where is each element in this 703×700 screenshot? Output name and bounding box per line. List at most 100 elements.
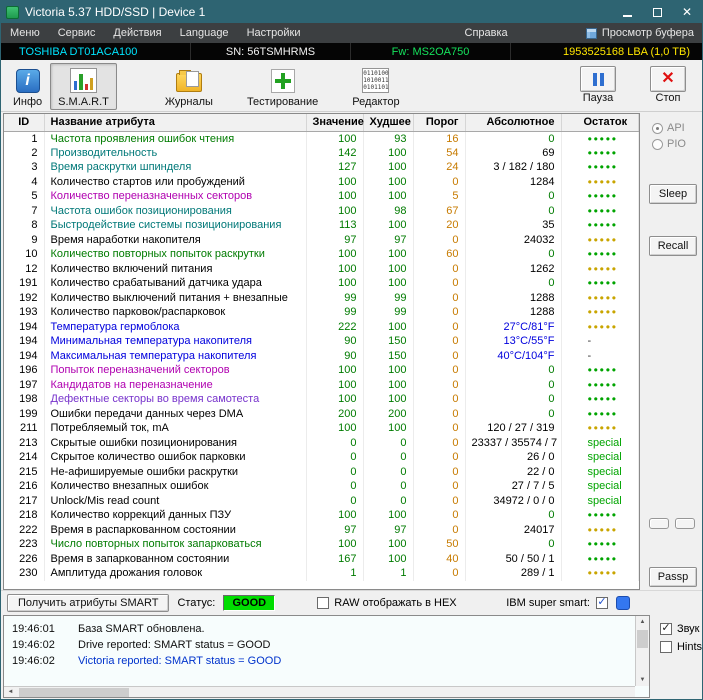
table-row[interactable]: 214 Скрытое количество ошибок парковки 0… <box>4 450 639 465</box>
table-row[interactable]: 222 Время в распаркованном состоянии 97 … <box>4 522 639 537</box>
table-row[interactable]: 9 Время наработки накопителя 97 97 0 240… <box>4 232 639 247</box>
scroll-down-icon[interactable]: ▼ <box>636 674 649 686</box>
cell-threshold: 40 <box>413 551 466 566</box>
table-row[interactable]: 194 Максимальная температура накопителя … <box>4 348 639 363</box>
buffer-view-button[interactable]: Просмотр буфера <box>585 27 702 39</box>
table-row[interactable]: 215 Не-афишируемые ошибки раскрутки 0 0 … <box>4 464 639 479</box>
test-button[interactable]: Тестирование <box>239 63 326 110</box>
table-row[interactable]: 211 Потребляемый ток, mA 100 100 0 120 /… <box>4 421 639 436</box>
cell-health: ●●●●● <box>561 421 639 436</box>
cell-id: 8 <box>4 218 45 233</box>
table-row[interactable]: 226 Время в запаркованном состоянии 167 … <box>4 551 639 566</box>
maximize-button[interactable] <box>642 1 672 23</box>
table-row[interactable]: 1 Частота проявления ошибок чтения 100 9… <box>4 131 639 146</box>
table-row[interactable]: 191 Количество срабатываний датчика удар… <box>4 276 639 291</box>
scroll-up-icon[interactable]: ▲ <box>636 616 649 628</box>
table-row[interactable]: 198 Дефектные секторы во время самотеста… <box>4 392 639 407</box>
pio-radio[interactable]: PIO <box>652 138 686 150</box>
editor-button-label: Редактор <box>352 96 400 108</box>
titlebar[interactable]: Victoria 5.37 HDD/SSD | Device 1 ✕ <box>1 1 702 23</box>
smart-button[interactable]: S.M.A.R.T <box>50 63 117 110</box>
cell-id: 211 <box>4 421 45 436</box>
log-entry: 19:46:01 База SMART обновлена. <box>12 621 641 637</box>
log-entry: 19:46:02 Drive reported: SMART status = G… <box>12 637 641 653</box>
cell-threshold: 60 <box>413 247 466 262</box>
menu-item-settings[interactable]: Настройки <box>238 27 310 39</box>
table-row[interactable]: 230 Амплитуда дрожания головок 1 1 0 289… <box>4 566 639 581</box>
info-button[interactable]: i Инфо <box>5 63 50 110</box>
col-header-id: ID <box>4 114 45 132</box>
pause-button[interactable]: Пауза <box>572 63 624 106</box>
vertical-scroll-thumb[interactable] <box>636 630 648 648</box>
cell-value: 100 <box>306 189 364 204</box>
cell-threshold: 16 <box>413 131 466 146</box>
table-row[interactable]: 8 Быстродействие системы позиционировани… <box>4 218 639 233</box>
table-row[interactable]: 4 Количество стартов или пробуждений 100… <box>4 174 639 189</box>
mini-button-left[interactable] <box>649 518 669 529</box>
table-row[interactable]: 213 Скрытые ошибки позиционирования 0 0 … <box>4 435 639 450</box>
table-row[interactable]: 218 Количество коррекций данных ПЗУ 100 … <box>4 508 639 523</box>
cell-absolute: 0 <box>465 131 562 146</box>
horizontal-scroll-thumb[interactable] <box>19 687 129 697</box>
sound-option: ✓ Звук <box>659 623 702 635</box>
close-button[interactable]: ✕ <box>672 1 702 23</box>
menu-item-menu[interactable]: Меню <box>1 27 49 39</box>
cell-id: 198 <box>4 392 45 407</box>
table-row[interactable]: 7 Частота ошибок позиционирования 100 98… <box>4 203 639 218</box>
cell-threshold: 0 <box>413 363 466 378</box>
cell-attribute-name: Потребляемый ток, mA <box>44 421 307 436</box>
log-horizontal-scrollbar[interactable]: ◄ <box>4 686 635 697</box>
get-smart-button[interactable]: Получить атрибуты SMART <box>7 593 170 612</box>
cell-attribute-name: Количество внезапных ошибок <box>44 479 307 494</box>
cell-id: 10 <box>4 247 45 262</box>
cell-worst: 0 <box>363 493 414 508</box>
pio-radio-circle <box>652 138 663 150</box>
cell-id: 226 <box>4 551 45 566</box>
table-row[interactable]: 223 Число повторных попыток запарковатьс… <box>4 537 639 552</box>
api-radio[interactable]: API <box>652 122 685 134</box>
table-row[interactable]: 217 Unlock/Mis read count 0 0 0 34972 / … <box>4 493 639 508</box>
cell-absolute: 3 / 182 / 180 <box>465 160 562 175</box>
stop-button[interactable]: ✕ Стоп <box>642 63 694 106</box>
cell-attribute-name: Количество срабатываний датчика удара <box>44 276 307 291</box>
ibm-smart-checkbox[interactable]: ✓ <box>596 596 608 609</box>
recall-button[interactable]: Recall <box>649 236 697 256</box>
table-row[interactable]: 192 Количество выключений питания + внез… <box>4 290 639 305</box>
table-row[interactable]: 2 Производительность 142 100 54 69 ●●●●● <box>4 145 639 160</box>
table-row[interactable]: 12 Количество включений питания 100 100 … <box>4 261 639 276</box>
menu-item-service[interactable]: Сервис <box>49 27 105 39</box>
table-row[interactable]: 194 Минимальная температура накопителя 9… <box>4 334 639 349</box>
passp-button[interactable]: Passp <box>649 567 697 587</box>
sound-checkbox[interactable]: ✓ <box>659 623 672 635</box>
color-indicator-button[interactable] <box>616 595 630 610</box>
scroll-left-icon[interactable]: ◄ <box>4 686 17 697</box>
sleep-button[interactable]: Sleep <box>649 184 697 204</box>
table-row[interactable]: 10 Количество повторных попыток раскрутк… <box>4 247 639 262</box>
cell-worst: 100 <box>363 247 414 262</box>
editor-button[interactable]: 0110100 1010011 0101101 Редактор <box>344 63 407 110</box>
menu-item-language[interactable]: Language <box>171 27 238 39</box>
table-row[interactable]: 194 Температура гермоблока 222 100 0 27°… <box>4 319 639 334</box>
cell-attribute-name: Время в распаркованном состоянии <box>44 522 307 537</box>
raw-hex-checkbox[interactable] <box>317 596 330 609</box>
cell-health: ●●●●● <box>561 174 639 189</box>
minimize-button[interactable] <box>612 1 642 23</box>
table-row[interactable]: 216 Количество внезапных ошибок 0 0 0 27… <box>4 479 639 494</box>
logs-button[interactable]: Журналы <box>157 63 221 110</box>
cell-absolute: 0 <box>465 247 562 262</box>
table-row[interactable]: 5 Количество переназначенных секторов 10… <box>4 189 639 204</box>
table-row[interactable]: 3 Время раскрутки шпинделя 127 100 24 3 … <box>4 160 639 175</box>
table-row[interactable]: 197 Кандидатов на переназначение 100 100… <box>4 377 639 392</box>
cell-worst: 0 <box>363 435 414 450</box>
menu-item-actions[interactable]: Действия <box>104 27 170 39</box>
menu-item-help[interactable]: Справка <box>456 27 517 39</box>
cell-value: 97 <box>306 232 364 247</box>
table-row[interactable]: 193 Количество парковок/распарковок 99 9… <box>4 305 639 320</box>
hints-checkbox[interactable] <box>659 641 672 653</box>
mini-button-right[interactable] <box>675 518 695 529</box>
table-row[interactable]: 196 Попыток переназначений секторов 100 … <box>4 363 639 378</box>
cell-threshold: 0 <box>413 464 466 479</box>
log-vertical-scrollbar[interactable]: ▲ ▼ <box>634 616 649 686</box>
table-row[interactable]: 199 Ошибки передачи данных через DMA 200… <box>4 406 639 421</box>
cell-absolute: 0 <box>465 189 562 204</box>
